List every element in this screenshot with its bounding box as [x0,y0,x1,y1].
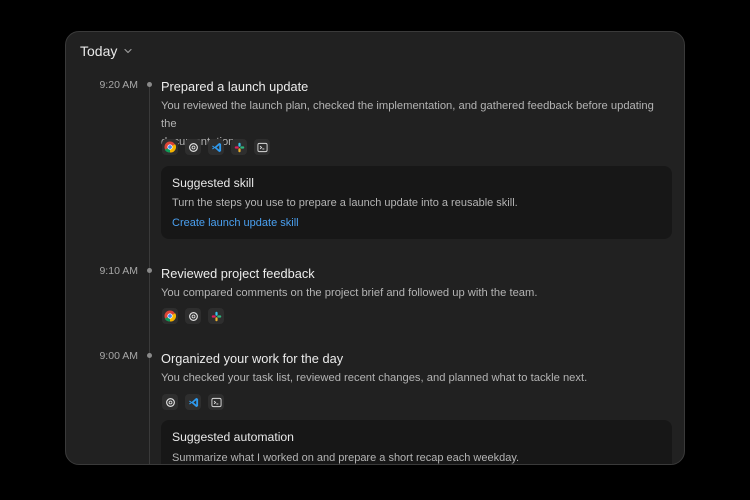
entry-time: 9:00 AM [99,350,138,362]
activity-panel: Today 9:20 AM Prepared a launch update Y… [65,31,685,465]
app-icons [162,139,270,155]
chatgpt-icon [185,308,201,324]
timeline-dot [147,268,152,273]
suggested-skill-card: Suggested skill Turn the steps you use t… [161,166,672,239]
entry-description: You checked your task list, reviewed rec… [161,372,588,384]
create-skill-link[interactable]: Create launch update skill [172,217,299,229]
entry-title: Organized your work for the day [161,351,344,366]
chrome-icon [162,308,178,324]
timeline-line [149,87,150,464]
slack-icon [208,308,224,324]
app-icons [162,308,224,324]
app-icons [162,394,224,410]
chatgpt-icon [162,394,178,410]
vscode-icon [185,394,201,410]
suggested-automation-card: Suggested automation Summarize what I wo… [161,420,672,464]
entry-time: 9:10 AM [99,265,138,277]
timeline-dot [147,353,152,358]
chatgpt-icon [185,139,201,155]
timeline-dot [147,82,152,87]
entry-time: 9:20 AM [99,79,138,91]
entry-title: Reviewed project feedback [161,266,315,281]
chrome-icon [162,139,178,155]
vscode-icon [208,139,224,155]
card-title: Suggested automation [172,430,294,444]
card-description: Summarize what I worked on and prepare a… [172,452,520,464]
terminal-icon [254,139,270,155]
card-description: Turn the steps you use to prepare a laun… [172,197,518,209]
slack-icon [231,139,247,155]
date-filter-dropdown[interactable]: Today [80,43,133,59]
entry-title: Prepared a launch update [161,79,309,94]
card-title: Suggested skill [172,176,254,190]
chevron-down-icon [124,48,132,54]
date-filter-label: Today [80,43,118,59]
entry-description: You compared comments on the project bri… [161,287,538,299]
terminal-icon [208,394,224,410]
